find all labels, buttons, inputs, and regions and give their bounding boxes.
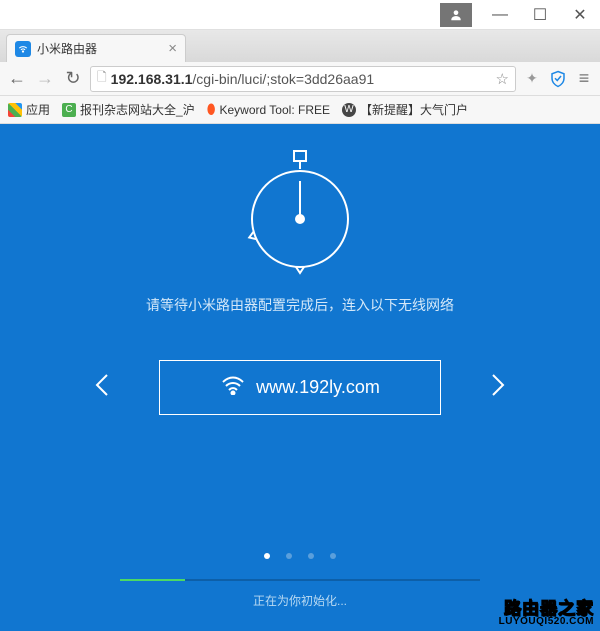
window-titlebar: — ☐ ✕ [0, 0, 600, 30]
progress-bar [120, 579, 480, 581]
bookmark-favicon-icon: C [62, 103, 76, 117]
tab-title: 小米路由器 [37, 40, 162, 57]
tab-bar: 小米路由器 × [0, 30, 600, 62]
address-bar[interactable]: 🗋 192.168.31.1/cgi-bin/luci/;stok=3dd26a… [90, 66, 516, 92]
wifi-ssid-box[interactable]: www.192ly.com [159, 360, 441, 415]
profile-badge[interactable] [440, 3, 472, 27]
apps-grid-icon [8, 103, 22, 117]
shield-icon[interactable] [548, 69, 568, 89]
bookmarks-bar: 应用 C 报刊杂志网站大全_沪 ⬮ Keyword Tool: FREE W 【… [0, 96, 600, 124]
document-icon: 🗋 [97, 68, 107, 89]
progress-text: 正在为你初始化... [253, 592, 347, 609]
carousel-dot[interactable] [330, 553, 336, 559]
minimize-button[interactable]: — [480, 0, 520, 30]
wifi-icon [220, 375, 246, 400]
watermark: 路由器之家 LUYOUQI520.COM [499, 600, 594, 627]
timer-graphic [236, 149, 364, 277]
wifi-ssid-text: www.192ly.com [256, 377, 380, 398]
bookmark-star-icon[interactable]: ☆ [496, 70, 509, 88]
instruction-text: 请等待小米路由器配置完成后，连入以下无线网络 [146, 295, 454, 315]
page-content: 请等待小米路由器配置完成后，连入以下无线网络 www.192ly.com 正在为… [0, 124, 600, 631]
carousel-next-button[interactable] [481, 363, 515, 413]
tab-close-icon[interactable]: × [168, 40, 177, 57]
wifi-carousel: www.192ly.com [85, 360, 515, 415]
back-button[interactable]: ← [6, 68, 28, 90]
extension-wand-icon[interactable]: ✦ [522, 69, 542, 89]
progress-fill [120, 579, 185, 581]
reload-button[interactable]: ↻ [62, 68, 84, 90]
apps-button[interactable]: 应用 [8, 101, 50, 118]
browser-toolbar: ← → ↻ 🗋 192.168.31.1/cgi-bin/luci/;stok=… [0, 62, 600, 96]
close-window-button[interactable]: ✕ [560, 0, 600, 30]
wordpress-icon: W [342, 103, 356, 117]
carousel-dots [264, 553, 336, 559]
carousel-prev-button[interactable] [85, 363, 119, 413]
carousel-dot[interactable] [308, 553, 314, 559]
wifi-favicon-icon [15, 41, 31, 57]
maximize-button[interactable]: ☐ [520, 0, 560, 30]
carousel-dot[interactable] [286, 553, 292, 559]
url-text: 192.168.31.1/cgi-bin/luci/;stok=3dd26aa9… [111, 71, 492, 87]
bookmark-item[interactable]: C 报刊杂志网站大全_沪 [62, 101, 195, 118]
carousel-dot[interactable] [264, 553, 270, 559]
bookmark-favicon-icon: ⬮ [207, 101, 216, 118]
menu-icon[interactable]: ≡ [574, 69, 594, 89]
bookmark-item[interactable]: W 【新提醒】大气门户 [342, 101, 468, 118]
bookmark-item[interactable]: ⬮ Keyword Tool: FREE [207, 101, 330, 118]
browser-tab[interactable]: 小米路由器 × [6, 34, 186, 62]
forward-button[interactable]: → [34, 68, 56, 90]
